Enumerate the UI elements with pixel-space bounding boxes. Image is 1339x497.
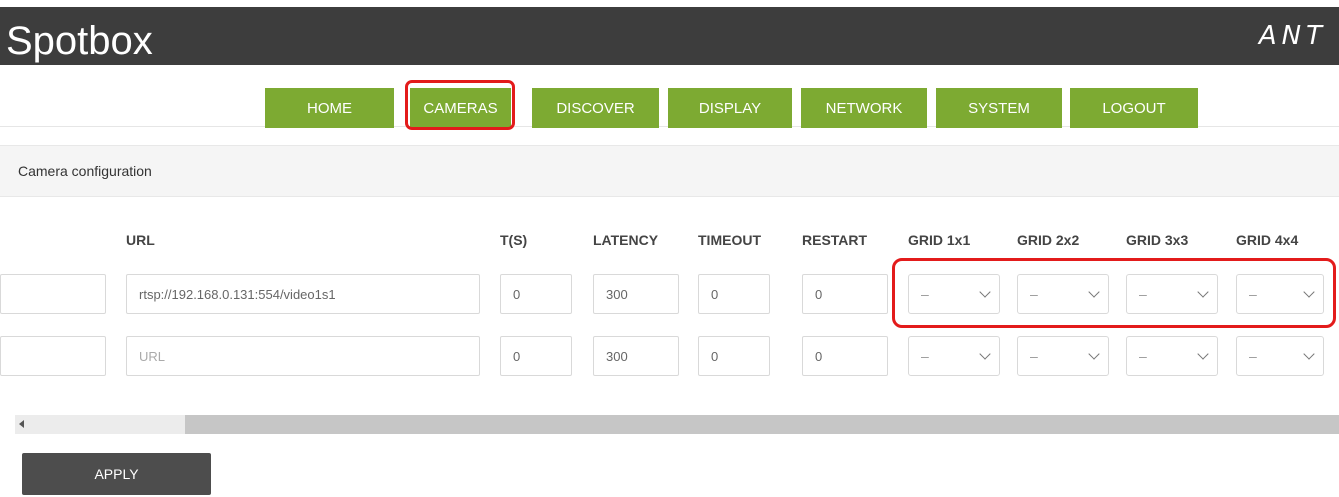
column-header-grid-2x2: GRID 2x2 [1017,232,1080,248]
restart-field[interactable]: 0 [802,274,888,314]
chevron-down-icon [1088,348,1100,360]
grid-1x1-value: – [921,348,929,364]
tab-system[interactable]: SYSTEM [936,88,1062,128]
grid-3x3-select[interactable]: – [1126,336,1218,376]
url-field[interactable]: URL [126,336,480,376]
restart-field[interactable]: 0 [802,336,888,376]
column-header-timeout: TIMEOUT [698,232,761,248]
apply-button[interactable]: APPLY [22,453,211,495]
grid-1x1-select[interactable]: – [908,336,1000,376]
scroll-left-arrow-icon[interactable] [19,420,24,428]
tab-display[interactable]: DISPLAY [668,88,792,128]
latency-field[interactable]: 300 [593,274,679,314]
grid-4x4-select[interactable]: – [1236,336,1324,376]
column-header-grid-3x3: GRID 3x3 [1126,232,1189,248]
timeout-field[interactable]: 0 [698,336,770,376]
url-field[interactable]: rtsp://192.168.0.131:554/video1s1 [126,274,480,314]
column-header-t: T(S) [500,232,528,248]
grid-4x4-value: – [1249,348,1257,364]
column-header-grid-1x1: GRID 1x1 [908,232,971,248]
grid-2x2-select[interactable]: – [1017,336,1109,376]
horizontal-scrollbar[interactable] [15,415,1339,434]
main-nav: HOME CAMERAS DISCOVER DISPLAY NETWORK SY… [0,85,1339,128]
brand-logo: ANT [1258,21,1327,51]
t-field[interactable]: 0 [500,336,572,376]
t-field[interactable]: 0 [500,274,572,314]
chevron-down-icon [1197,348,1209,360]
column-header-latency: LATENCY [593,232,659,248]
app-header: Spotbox ANT [0,7,1339,65]
chevron-down-icon [1303,348,1315,360]
grid-2x2-value: – [1030,348,1038,364]
app-title: Spotbox [6,19,153,63]
grid-selects-highlight [892,258,1336,328]
tab-logout[interactable]: LOGOUT [1070,88,1198,128]
tab-network[interactable]: NETWORK [801,88,927,128]
section-header: Camera configuration [0,145,1339,197]
chevron-down-icon [979,348,991,360]
column-header-restart: RESTART [802,232,868,248]
column-header-grid-4x4: GRID 4x4 [1236,232,1299,248]
grid-3x3-value: – [1139,348,1147,364]
latency-field[interactable]: 300 [593,336,679,376]
column-header-url: URL [126,232,155,248]
section-title: Camera configuration [18,163,152,179]
scrollbar-thumb[interactable] [185,415,1339,434]
camera-name-field[interactable] [0,274,106,314]
cameras-tab-highlight [405,80,515,130]
tab-discover[interactable]: DISCOVER [532,88,659,128]
tab-home[interactable]: HOME [265,88,394,128]
camera-name-field[interactable] [0,336,106,376]
timeout-field[interactable]: 0 [698,274,770,314]
